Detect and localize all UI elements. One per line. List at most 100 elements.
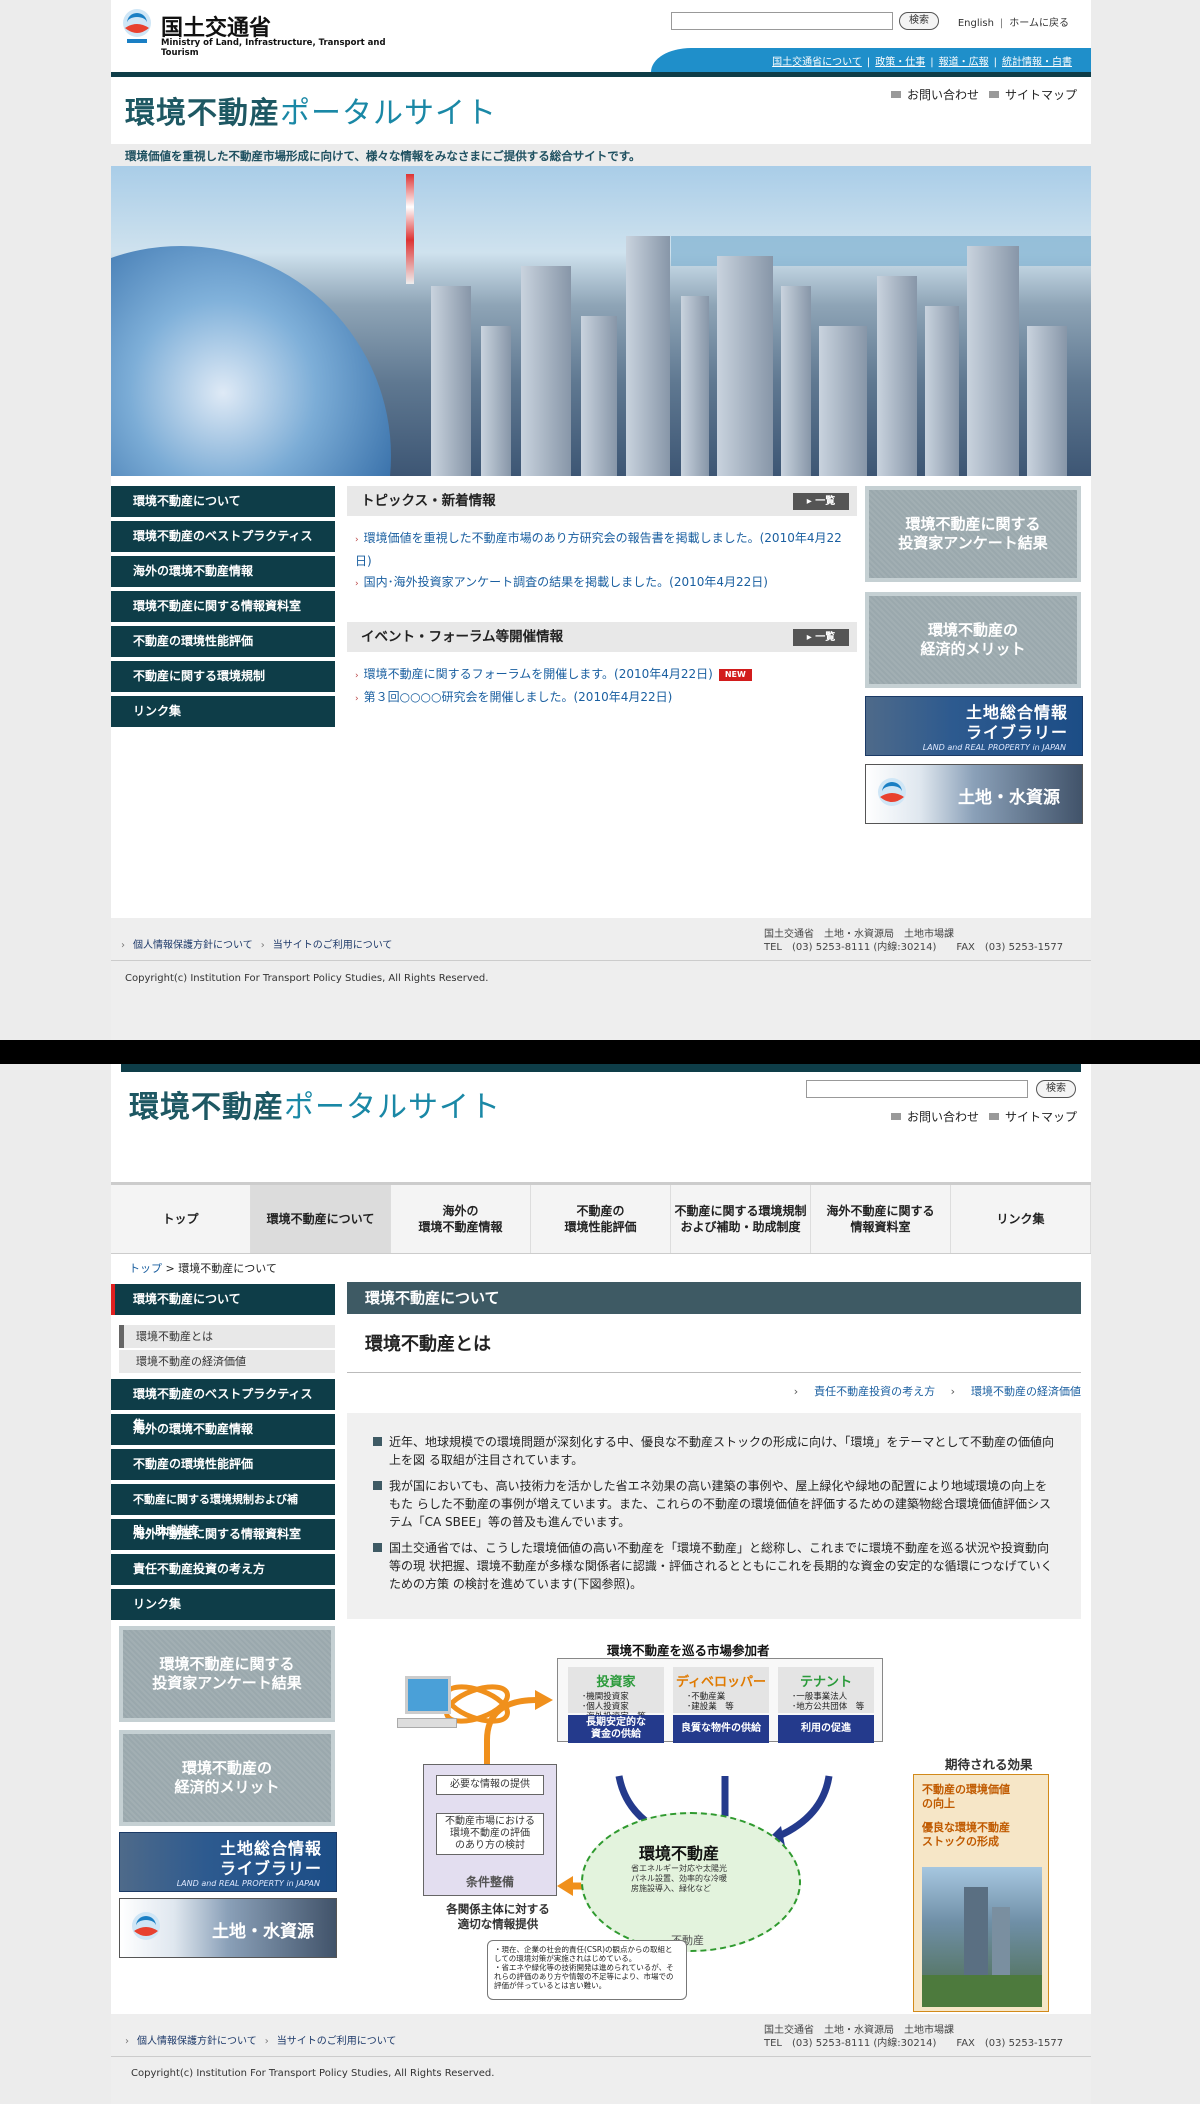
copyright: Copyright(c) Institution For Transport P…: [131, 2068, 495, 2079]
land-water-banner[interactable]: 土地・水資源: [119, 1898, 337, 1958]
sitemap-link[interactable]: サイトマップ: [1005, 1110, 1077, 1124]
event-item[interactable]: › 環境不動産に関するフォーラムを開催します。(2010年4月22日) NEW: [355, 664, 849, 687]
footer: › 個人情報保護方針について › 当サイトのご利用について 国土交通省 土地・水資源局…: [111, 2014, 1091, 2104]
nav-best-practice[interactable]: 環境不動産のベストプラクティス: [111, 521, 335, 552]
search-input[interactable]: [806, 1080, 1028, 1098]
nav-library[interactable]: 海外不動産に関する情報資料室: [111, 1519, 335, 1550]
conditions-box: 必要な情報の提供 不動産市場における 環境不動産の評価 のあり方の検討 条件整備: [423, 1764, 557, 1896]
events-list-all-button[interactable]: ▸ 一覧: [793, 629, 849, 646]
nav-about[interactable]: 環境不動産について: [111, 1284, 335, 1315]
footer-org: 国土交通省 土地・水資源局 土地市場課: [764, 929, 954, 940]
nav-library[interactable]: 環境不動産に関する情報資料室: [111, 591, 335, 622]
site-title[interactable]: 環境不動産ポータルサイト: [129, 1082, 501, 1126]
gnav-performance[interactable]: 不動産の 環境性能評価: [531, 1185, 671, 1253]
nav-best-practice[interactable]: 環境不動産のベストプラクティス集: [111, 1379, 335, 1432]
home-page: 国土交通省 Ministry of Land, Infrastructure, …: [111, 0, 1091, 1040]
search-input[interactable]: [671, 12, 893, 30]
nav-performance[interactable]: 不動産の環境性能評価: [111, 626, 335, 657]
top-links: English | ホームに戻る: [952, 14, 1075, 29]
mlit-mark-icon: [123, 9, 151, 43]
nav-regulation[interactable]: 不動産に関する環境規制: [111, 661, 335, 692]
nav-overseas[interactable]: 海外の環境不動産情報: [111, 1414, 335, 1445]
site-title[interactable]: 環境不動産ポータルサイト: [125, 88, 497, 132]
event-item[interactable]: › 第３回○○○○研究会を開催しました。(2010年4月22日): [355, 687, 849, 710]
breadcrumb-current: 環境不動産について: [178, 1262, 277, 1275]
nav-regulation[interactable]: 不動産に関する環境規制および補助・助成制度: [111, 1484, 335, 1537]
computer-icon: [405, 1676, 451, 1714]
screen-separator: [0, 1040, 1200, 1064]
survey-banner[interactable]: 環境不動産に関する 投資家アンケート結果: [119, 1626, 335, 1722]
ministry-nav-bar: 国土交通省について | 政策・仕事 | 報道・広報 | 統計情報・白書: [651, 48, 1091, 72]
nav-links[interactable]: リンク集: [111, 696, 335, 727]
effects-box: 不動産の環境価値 の向上 優良な環境不動産 ストックの形成: [913, 1774, 1049, 2012]
main-content: 環境不動産について 環境不動産とは › 責任不動産投資の考え方 › 環境不動産の経済…: [347, 1282, 1081, 1619]
nav-links[interactable]: リンク集: [111, 1589, 335, 1620]
ministry-nav-stats[interactable]: 統計情報・白書: [997, 57, 1077, 68]
about-page: 環境不動産ポータルサイト 検索 お問い合わせ サイトマップ トップ 環境不動産につ…: [111, 1064, 1091, 2104]
gnav-overseas[interactable]: 海外の 環境不動産情報: [391, 1185, 531, 1253]
breadcrumb: トップ > 環境不動産について: [129, 1262, 277, 1275]
ministry-nav-press[interactable]: 報道・広報: [934, 57, 994, 68]
survey-banner[interactable]: 環境不動産に関する 投資家アンケート結果: [865, 486, 1081, 582]
land-water-banner[interactable]: 土地・水資源: [865, 764, 1083, 824]
search-button[interactable]: 検索: [899, 12, 939, 30]
gnav-top[interactable]: トップ: [111, 1185, 251, 1253]
keyboard-icon: [397, 1718, 457, 1728]
evaluation-study: 不動産市場における 環境不動産の評価 のあり方の検討: [436, 1813, 544, 1855]
topics-list-all-button[interactable]: ▸ 一覧: [793, 493, 849, 510]
topics-list: › 環境価値を重視した不動産市場のあり方研究会の報告書を掲載しました。(2010年…: [347, 516, 857, 607]
gnav-about[interactable]: 環境不動産について: [251, 1185, 391, 1253]
footer-tel: TEL (03) 5253-8111 (内線:30214) FAX (03) 5…: [764, 942, 1064, 953]
footer: › 個人情報保護方針について › 当サイトのご利用について 国土交通省 土地・水資源局…: [111, 918, 1091, 1040]
nav-responsible-investment[interactable]: 責任不動産投資の考え方: [111, 1554, 335, 1585]
utility-links: お問い合わせ サイトマップ: [881, 1108, 1077, 1125]
privacy-link[interactable]: 個人情報保護方針について: [129, 2036, 265, 2047]
info-caption: 各関係主体に対する 適切な情報提供: [446, 1902, 550, 1931]
related-responsible-investment[interactable]: › 責任不動産投資の考え方: [782, 1385, 935, 1398]
hero-image: [111, 166, 1091, 476]
land-library-banner[interactable]: 土地総合情報 ライブラリー LAND and REAL PROPERTY in JA…: [865, 696, 1083, 756]
gnav-regulation[interactable]: 不動産に関する環境規制 および補助・助成制度: [671, 1185, 811, 1253]
intro-paragraph: 国土交通省では、こうした環境価値の高い不動産を「環境不動産」と総称し、これまでに…: [373, 1539, 1055, 1593]
about-left-nav: 環境不動産について 環境不動産とは 環境不動産の経済価値 環境不動産のベストプラ…: [111, 1284, 335, 1624]
new-badge: NEW: [718, 668, 752, 681]
topics-header: トピックス・新着情報 ▸ 一覧: [347, 486, 857, 516]
ministry-nav-about[interactable]: 国土交通省について: [767, 57, 867, 68]
intro-paragraph: 近年、地球規模での環境問題が深刻化する中、優良な不動産ストックの形成に向け、「環…: [373, 1433, 1055, 1469]
mlit-logo[interactable]: 国土交通省 Ministry of Land, Infrastructure, …: [121, 8, 421, 58]
topics-section: トピックス・新着情報 ▸ 一覧 › 環境価値を重視した不動産市場のあり方研究会の報告…: [347, 486, 857, 607]
center-title: 環境不動産: [639, 1844, 720, 1863]
subnav-economic-value[interactable]: 環境不動産の経済価値: [119, 1350, 335, 1373]
sitemap-link[interactable]: サイトマップ: [1005, 88, 1077, 102]
subnav-what-is[interactable]: 環境不動産とは: [119, 1325, 335, 1348]
topic-item[interactable]: › 国内･海外投資家アンケート調査の結果を掲載しました。(2010年4月22日): [355, 572, 849, 595]
home-left-nav: 環境不動産について 環境不動産のベストプラクティス 海外の環境不動産情報 環境不…: [111, 486, 335, 731]
global-nav: トップ 環境不動産について 海外の 環境不動産情報 不動産の 環境性能評価 不動…: [111, 1182, 1091, 1254]
nav-performance[interactable]: 不動産の環境性能評価: [111, 1449, 335, 1480]
center-sub: 省エネルギー対応や太陽光 パネル設置、効率的な冷暖 房施設導入、緑化など: [631, 1864, 727, 1893]
privacy-link[interactable]: 個人情報保護方針について: [125, 940, 261, 951]
topic-item[interactable]: › 環境価値を重視した不動産市場のあり方研究会の報告書を掲載しました。(2010年…: [355, 528, 849, 572]
search-button[interactable]: 検索: [1036, 1080, 1076, 1098]
page-title: 環境不動産とは: [347, 1314, 1081, 1373]
home-link[interactable]: ホームに戻る: [1003, 18, 1075, 29]
gnav-library[interactable]: 海外不動産に関する 情報資料室: [811, 1185, 951, 1253]
contact-link[interactable]: お問い合わせ: [907, 88, 979, 102]
ministry-nav-policy[interactable]: 政策・仕事: [870, 57, 930, 68]
terms-link[interactable]: 当サイトのご利用について: [265, 940, 401, 951]
gnav-links[interactable]: リンク集: [951, 1185, 1091, 1253]
green-real-estate-ellipse: 環境不動産 省エネルギー対応や太陽光 パネル設置、効率的な冷暖 房施設導入、緑化…: [581, 1812, 801, 1952]
nav-about[interactable]: 環境不動産について: [111, 486, 335, 517]
effect-item: 優良な環境不動産 ストックの形成: [922, 1821, 1010, 1848]
nav-overseas[interactable]: 海外の環境不動産情報: [111, 556, 335, 587]
merit-banner[interactable]: 環境不動産の 経済的メリット: [865, 592, 1081, 688]
contact-link[interactable]: お問い合わせ: [907, 1110, 979, 1124]
land-library-banner[interactable]: 土地総合情報 ライブラリー LAND and REAL PROPERTY in JA…: [119, 1832, 337, 1892]
terms-link[interactable]: 当サイトのご利用について: [269, 2036, 405, 2047]
english-link[interactable]: English: [952, 18, 1000, 29]
breadcrumb-top[interactable]: トップ: [129, 1262, 162, 1275]
intro-text: 近年、地球規模での環境問題が深刻化する中、優良な不動産ストックの形成に向け、「環…: [347, 1413, 1081, 1619]
related-economic-value[interactable]: › 環境不動産の経済価値: [939, 1385, 1081, 1398]
related-links: › 責任不動産投資の考え方 › 環境不動産の経済価値: [347, 1373, 1081, 1413]
merit-banner[interactable]: 環境不動産の 経済的メリット: [119, 1730, 335, 1826]
